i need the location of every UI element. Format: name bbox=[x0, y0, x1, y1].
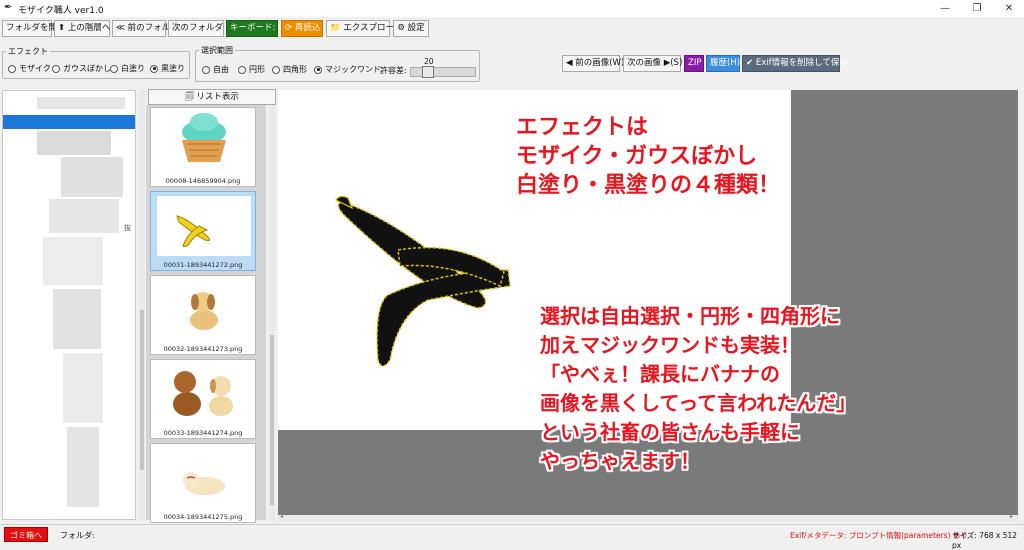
thumbnail-item[interactable]: 00033-1893441274.png bbox=[150, 359, 256, 439]
effect-option-gaussian[interactable]: ガウスぼかし bbox=[52, 63, 111, 74]
list-view-toggle-button[interactable]: 🗐 リスト表示 bbox=[148, 89, 276, 105]
next-image-button[interactable]: 次の画像 ▶(S) bbox=[623, 55, 682, 72]
selection-option-label: 円形 bbox=[249, 65, 265, 74]
thumbnail-panel: 00008-146859904.png 00031-1893441272.png… bbox=[146, 105, 266, 523]
image-size: サイズ: 768 x 512 px bbox=[952, 531, 1018, 550]
two-dogs-icon bbox=[157, 364, 251, 424]
radio-icon bbox=[238, 65, 246, 74]
annotation-line: 選択は自由選択・円形・四角形に bbox=[540, 304, 840, 328]
open-folder-button[interactable]: フォルダを開く bbox=[2, 20, 66, 37]
effect-option-label: ガウスぼかし bbox=[63, 64, 111, 73]
banana-icon bbox=[157, 196, 251, 256]
annotation-effects: エフェクトは モザイク・ガウスぼかし 白塗り・黒塗りの４種類！ bbox=[516, 113, 780, 200]
sleeping-dog-icon bbox=[157, 448, 251, 508]
tolerance-slider[interactable] bbox=[410, 66, 476, 78]
annotation-line: モザイク・ガウスぼかし bbox=[516, 144, 758, 169]
thumbnail-item[interactable]: 00032-1893441273.png bbox=[150, 275, 256, 355]
selection-group-label: 選択範囲 bbox=[199, 45, 235, 56]
selection-option-label: マジックワンド bbox=[325, 65, 381, 74]
file-tree-scrollbar[interactable] bbox=[139, 90, 145, 520]
next-folder-button[interactable]: 次のフォルダ ≫ bbox=[168, 20, 235, 37]
radio-icon bbox=[272, 65, 280, 74]
thumbnail-caption: 00033-1893441274.png bbox=[163, 429, 243, 437]
annotation-line: エフェクトは bbox=[516, 115, 649, 140]
scrollbar-thumb[interactable] bbox=[270, 335, 274, 505]
maximize-button[interactable]: ❐ bbox=[962, 0, 992, 17]
effect-option-mosaic[interactable]: モザイク bbox=[8, 63, 51, 74]
thumbnail-item[interactable]: 00034-1893441275.png bbox=[150, 443, 256, 523]
selection-option-circle[interactable]: 円形 bbox=[238, 64, 265, 75]
annotation-line: 加えマジックワンドも実装！ bbox=[540, 333, 800, 357]
selection-option-magic-wand[interactable]: マジックワンド bbox=[314, 64, 381, 75]
up-level-button[interactable]: ⬆ 上の階層へ bbox=[54, 20, 110, 37]
slider-thumb[interactable] bbox=[421, 66, 434, 78]
prev-folder-button[interactable]: ≪ 前のフォルダ bbox=[112, 20, 179, 37]
radio-icon bbox=[8, 64, 16, 73]
puppy-icon bbox=[157, 280, 251, 340]
status-bar: ゴミ箱へ フォルダ: Exif/メタデータ: プロンプト情報(parameter… bbox=[0, 524, 1024, 550]
thumbnail-caption: 00031-1893441272.png bbox=[163, 261, 243, 269]
annotation-selection: 選択は自由選択・円形・四角形に 加えマジックワンドも実装！ 「やべぇ！課長にバナ… bbox=[540, 302, 856, 476]
selection-option-free[interactable]: 自由 bbox=[202, 64, 229, 75]
effect-option-label: モザイク bbox=[19, 64, 51, 73]
radio-icon bbox=[52, 64, 60, 73]
effect-option-label: 黒塗り bbox=[161, 64, 185, 73]
selection-option-label: 四角形 bbox=[283, 65, 307, 74]
effect-option-white[interactable]: 白塗り bbox=[110, 63, 145, 74]
minimize-button[interactable]: — bbox=[930, 0, 960, 17]
annotation-line: という社畜の皆さんも手軽に bbox=[540, 420, 800, 444]
tolerance-value: 20 bbox=[424, 57, 434, 66]
close-button[interactable]: ✕ bbox=[994, 0, 1024, 17]
effect-option-label: 白塗り bbox=[121, 64, 145, 73]
save-strip-exif-button[interactable]: ✔ Exif情報を削除して保存 bbox=[742, 55, 848, 72]
keyboard-toggle-button[interactable]: キーボード: ON bbox=[226, 20, 291, 37]
tolerance-label: 許容差: bbox=[380, 66, 407, 75]
thumbnail-caption: 00034-1893441275.png bbox=[163, 513, 243, 521]
title-bar: ✒ モザイク職人 ver1.0 — ❐ ✕ bbox=[0, 0, 1024, 17]
history-button[interactable]: 履歴(H) bbox=[706, 55, 740, 72]
thumbnail-caption: 00008-146859904.png bbox=[165, 177, 241, 185]
reload-button[interactable]: ⟳ 再読込 bbox=[281, 20, 323, 37]
annotation-line: 「やべぇ！課長にバナナの bbox=[540, 362, 780, 386]
thumbnail-item-selected[interactable]: 00031-1893441272.png bbox=[150, 191, 256, 271]
annotation-line: やっちゃえます！ bbox=[540, 449, 700, 473]
radio-icon bbox=[110, 64, 118, 73]
selection-option-label: 自由 bbox=[213, 65, 229, 74]
metadata-info: Exif/メタデータ: プロンプト情報(parameters) あり bbox=[790, 531, 968, 540]
effect-option-black[interactable]: 黒塗り bbox=[150, 63, 185, 74]
selection-option-rect[interactable]: 四角形 bbox=[272, 64, 307, 75]
settings-button[interactable]: ⚙ 設定 bbox=[393, 20, 429, 37]
radio-icon bbox=[202, 65, 210, 74]
zip-button[interactable]: ZIP bbox=[684, 55, 704, 72]
folder-label: フォルダ: bbox=[60, 531, 95, 540]
explorer-button[interactable]: 📁 エクスプローラー bbox=[326, 20, 411, 37]
file-tree-selected-item[interactable] bbox=[3, 115, 135, 129]
window-title: モザイク職人 ver1.0 bbox=[18, 6, 104, 16]
annotation-line: 白塗り・黒塗りの４種類！ bbox=[516, 173, 781, 198]
prev-image-button[interactable]: ◀ 前の画像(W) bbox=[562, 55, 624, 72]
scroll-left-icon[interactable]: ◂ bbox=[280, 513, 283, 520]
truncated-item-text: 抜 bbox=[124, 224, 131, 232]
effect-group-label: エフェクト bbox=[6, 46, 50, 57]
soft-serve-ice-cream-icon bbox=[157, 112, 251, 172]
radio-selected-icon bbox=[314, 65, 322, 74]
scroll-right-icon[interactable]: ▸ bbox=[1010, 513, 1013, 520]
thumbnail-caption: 00032-1893441273.png bbox=[163, 345, 243, 353]
canvas-horizontal-scrollbar[interactable]: ◂ ▸ bbox=[278, 513, 1018, 522]
file-tree-panel[interactable]: 抜 bbox=[2, 90, 136, 520]
scrollbar-thumb[interactable] bbox=[140, 310, 144, 470]
annotation-line: 画像を黒くしてって言われたんだ」 bbox=[540, 391, 857, 415]
app-icon: ✒ bbox=[4, 2, 13, 13]
trash-button[interactable]: ゴミ箱へ bbox=[4, 527, 48, 542]
thumbnail-scrollbar[interactable] bbox=[269, 105, 275, 520]
radio-selected-icon bbox=[150, 64, 158, 73]
thumbnail-item[interactable]: 00008-146859904.png bbox=[150, 107, 256, 187]
